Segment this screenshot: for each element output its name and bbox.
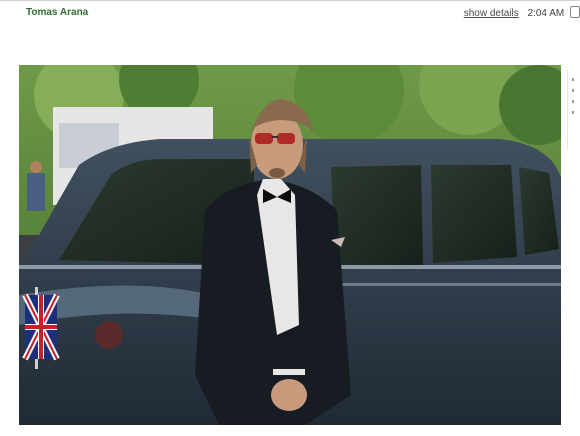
menu-dropdown-icon[interactable] <box>570 6 580 18</box>
show-details-link[interactable]: show details <box>464 8 519 19</box>
scroll-edge <box>567 70 580 150</box>
sender-name[interactable]: Tomas Arana <box>26 7 88 18</box>
message-meta: show details 2:04 AM <box>464 6 580 19</box>
header-divider <box>0 0 580 1</box>
message-time: 2:04 AM <box>527 8 565 19</box>
attached-photo[interactable] <box>19 65 561 425</box>
